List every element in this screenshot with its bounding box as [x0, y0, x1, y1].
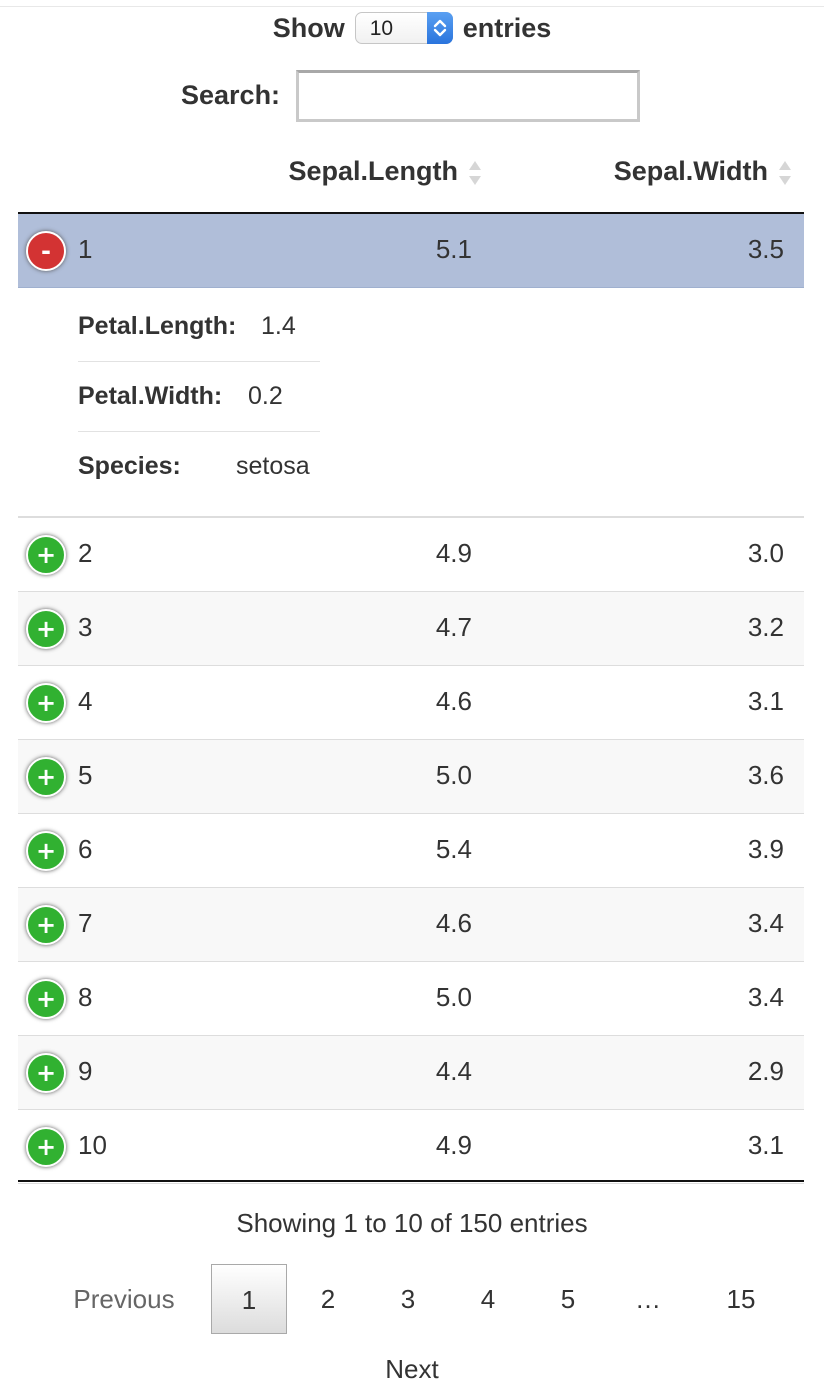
plus-circle-icon[interactable]: + — [26, 979, 66, 1019]
updown-chevron-icon — [426, 12, 453, 44]
table-row[interactable]: + 5 5.0 3.6 — [18, 740, 804, 814]
table-row-expanded[interactable]: - 1 5.1 3.5 — [18, 214, 804, 288]
row-id: 9 — [78, 1056, 93, 1086]
table-row[interactable]: + 9 4.4 2.9 — [18, 1036, 804, 1110]
plus-circle-icon[interactable]: + — [26, 535, 66, 575]
table-row[interactable]: + 3 4.7 3.2 — [18, 592, 804, 666]
sort-icon[interactable] — [466, 158, 484, 188]
search-input[interactable] — [296, 70, 640, 122]
cell-sepal-width: 3.9 — [747, 834, 784, 864]
pagination-ellipsis: … — [635, 1284, 661, 1314]
page-button-15[interactable]: 15 — [706, 1264, 776, 1334]
cell-sepal-length: 4.6 — [435, 908, 472, 938]
detail-petal-width: Petal.Width: 0.2 — [78, 362, 320, 432]
plus-circle-icon[interactable]: + — [26, 609, 66, 649]
entries-select[interactable]: 10 — [354, 12, 453, 44]
table-row[interactable]: + 4 4.6 3.1 — [18, 666, 804, 740]
search-label: Search: — [181, 80, 281, 110]
plus-circle-icon[interactable]: + — [26, 905, 66, 945]
search-filter: Search: — [0, 68, 824, 124]
cell-sepal-length: 4.4 — [435, 1056, 472, 1086]
entries-length-control: Show 10 entries — [0, 8, 824, 48]
table-row[interactable]: + 6 5.4 3.9 — [18, 814, 804, 888]
entries-label: entries — [462, 12, 552, 43]
page-button-1-current[interactable]: 1 — [211, 1264, 287, 1334]
table-row[interactable]: + 8 5.0 3.4 — [18, 962, 804, 1036]
row-id: 8 — [78, 982, 93, 1012]
cell-sepal-width: 3.1 — [747, 1130, 784, 1160]
table-body: - 1 5.1 3.5 Petal.Length: 1.4 Petal.Widt… — [18, 214, 804, 1184]
cell-sepal-length: 4.9 — [435, 538, 472, 568]
detail-value: setosa — [236, 452, 310, 480]
detail-key: Petal.Width: — [78, 382, 223, 410]
next-button[interactable]: Next — [0, 1354, 824, 1385]
column-header-sepal-length[interactable]: Sepal.Length — [288, 156, 458, 187]
cell-sepal-length: 5.1 — [435, 234, 472, 264]
entries-select-value: 10 — [369, 17, 394, 40]
table-header: Sepal.Length Sepal.Width — [18, 142, 804, 214]
plus-circle-icon[interactable]: + — [26, 683, 66, 723]
pagination: Previous 1 2 3 4 5 … 15 — [0, 1264, 824, 1336]
page-button-4[interactable]: 4 — [458, 1264, 518, 1334]
plus-circle-icon[interactable]: + — [26, 1053, 66, 1093]
cell-sepal-length: 5.4 — [435, 834, 472, 864]
sort-icon[interactable] — [776, 158, 794, 188]
table-row[interactable]: + 7 4.6 3.4 — [18, 888, 804, 962]
table-row[interactable]: + 2 4.9 3.0 — [18, 518, 804, 592]
page-button-5[interactable]: 5 — [538, 1264, 598, 1334]
cell-sepal-width: 2.9 — [747, 1056, 784, 1086]
table-bottom-border — [18, 1180, 804, 1182]
cell-sepal-width: 3.1 — [747, 686, 784, 716]
row-id: 2 — [78, 538, 93, 568]
cell-sepal-width: 3.4 — [747, 908, 784, 938]
detail-value: 1.4 — [261, 312, 296, 340]
cell-sepal-length: 4.6 — [435, 686, 472, 716]
plus-circle-icon[interactable]: + — [26, 831, 66, 871]
cell-sepal-length: 5.0 — [435, 760, 472, 790]
plus-circle-icon[interactable]: + — [26, 1127, 66, 1167]
detail-key: Petal.Length: — [78, 312, 237, 340]
cell-sepal-width: 3.0 — [747, 538, 784, 568]
show-label: Show — [272, 12, 345, 43]
page-button-3[interactable]: 3 — [378, 1264, 438, 1334]
cell-sepal-width: 3.2 — [747, 612, 784, 642]
column-header-sepal-width[interactable]: Sepal.Width — [614, 156, 768, 187]
row-id: 4 — [78, 686, 93, 716]
detail-key: Species: — [78, 452, 181, 480]
cell-sepal-length: 5.0 — [435, 982, 472, 1012]
detail-value: 0.2 — [248, 382, 283, 410]
row-id: 1 — [78, 234, 93, 264]
row-id: 3 — [78, 612, 93, 642]
detail-list: Petal.Length: 1.4 Petal.Width: 0.2 Speci… — [78, 292, 320, 501]
cell-sepal-length: 4.9 — [435, 1130, 472, 1160]
row-id: 6 — [78, 834, 93, 864]
row-id: 7 — [78, 908, 93, 938]
table-info: Showing 1 to 10 of 150 entries — [236, 1208, 588, 1238]
plus-circle-icon[interactable]: + — [26, 757, 66, 797]
minus-circle-icon[interactable]: - — [26, 231, 66, 271]
cell-sepal-width: 3.5 — [747, 234, 784, 264]
cell-sepal-length: 4.7 — [435, 612, 472, 642]
row-details: Petal.Length: 1.4 Petal.Width: 0.2 Speci… — [18, 288, 804, 518]
detail-petal-length: Petal.Length: 1.4 — [78, 292, 320, 362]
top-border — [0, 0, 824, 7]
page-button-2[interactable]: 2 — [298, 1264, 358, 1334]
row-id: 5 — [78, 760, 93, 790]
cell-sepal-width: 3.6 — [747, 760, 784, 790]
row-id: 10 — [78, 1130, 107, 1160]
previous-button[interactable]: Previous — [62, 1264, 186, 1334]
detail-species: Species: setosa — [78, 432, 320, 501]
table-row[interactable]: + 10 4.9 3.1 — [18, 1110, 804, 1184]
cell-sepal-width: 3.4 — [747, 982, 784, 1012]
